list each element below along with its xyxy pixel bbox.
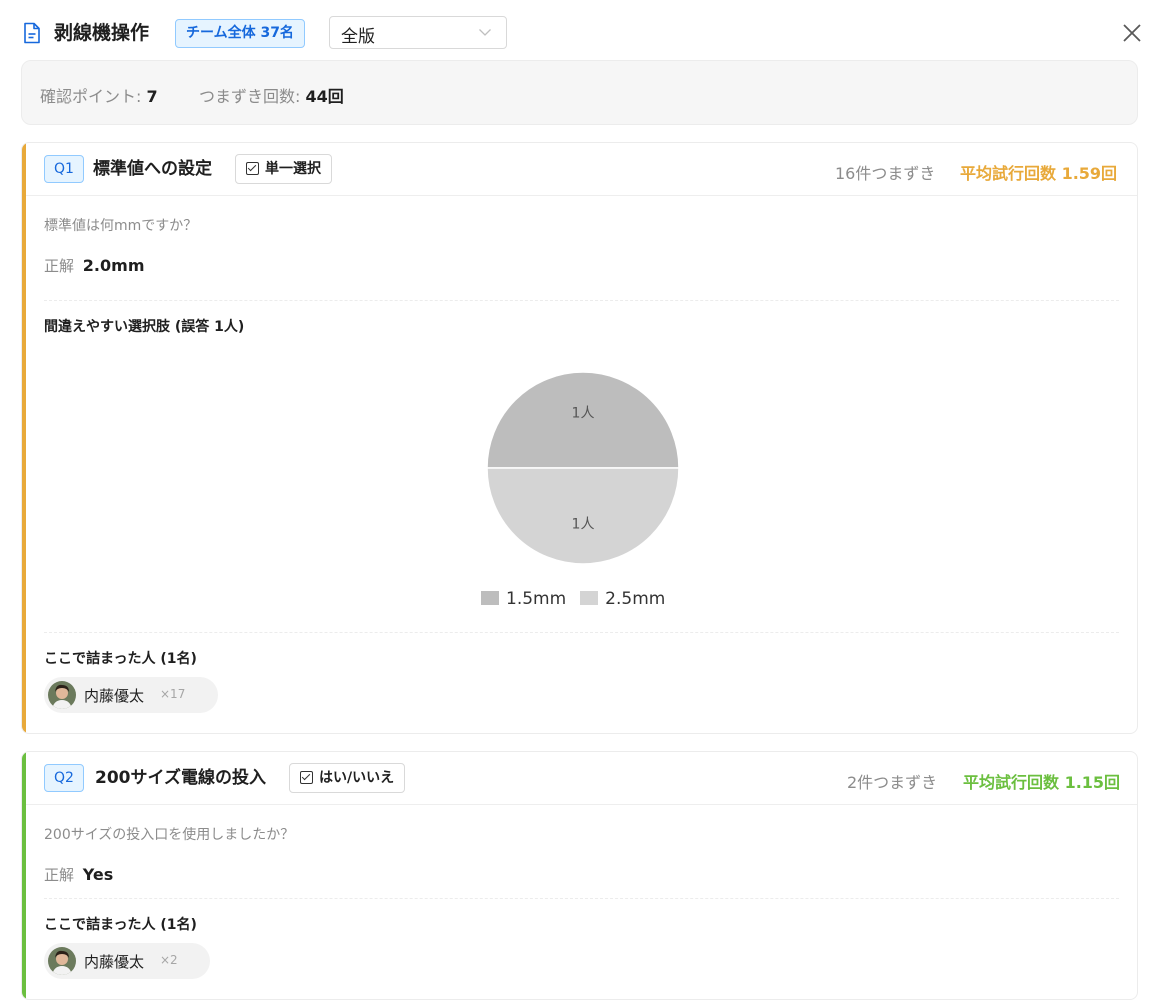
question-type-badge: はい/いいえ — [289, 763, 406, 793]
chevron-down-icon — [479, 29, 491, 36]
divider — [44, 632, 1119, 633]
person-chip[interactable]: 内藤優太 ×17 — [44, 677, 218, 713]
legend-swatch — [481, 591, 499, 605]
legend-label: 2.5mm — [605, 589, 666, 609]
question-card-q2: Q2 200サイズ電線の投入 はい/いいえ 2件つまずき 平均試行回数 1.15… — [21, 751, 1138, 1000]
stuck-people-title: ここで詰まった人 (1名) — [44, 917, 197, 933]
team-badge: チーム全体 37名 — [175, 19, 305, 48]
correct-answer: 正解 2.0mm — [44, 256, 145, 275]
avatar — [48, 947, 76, 975]
question-title: 200サイズ電線の投入 — [95, 768, 266, 788]
pie-data-label: 1人 — [572, 517, 595, 533]
stuck-count: 2件つまずき — [847, 773, 938, 792]
question-number-badge: Q1 — [44, 155, 84, 183]
person-name: 内藤優太 — [84, 953, 145, 971]
question-text: 標準値は何mmですか？ — [44, 218, 198, 234]
pie-data-label: 1人 — [572, 405, 595, 421]
pie-chart: 1人 1人 — [486, 371, 680, 565]
close-icon[interactable] — [1120, 21, 1144, 45]
question-number-badge: Q2 — [44, 764, 84, 792]
stumbles-stat: つまずき回数: 44回 — [199, 87, 344, 106]
person-count: ×2 — [160, 953, 178, 967]
question-title: 標準値への設定 — [93, 159, 212, 179]
person-name: 内藤優太 — [84, 687, 145, 705]
legend-item[interactable]: 2.5mm — [580, 589, 665, 609]
avg-attempts: 平均試行回数 1.15回 — [963, 773, 1121, 792]
accent-bar — [22, 143, 26, 733]
divider — [44, 300, 1119, 301]
question-card-q1: Q1 標準値への設定 単一選択 16件つまずき 平均試行回数 1.59回 標準値… — [21, 142, 1138, 734]
question-header: Q1 標準値への設定 単一選択 16件つまずき 平均試行回数 1.59回 — [26, 143, 1137, 196]
stuck-people-title: ここで詰まった人 (1名) — [44, 651, 197, 667]
avg-attempts: 平均試行回数 1.59回 — [960, 164, 1118, 183]
check-points-stat: 確認ポイント: 7 — [40, 87, 158, 106]
summary-bar: 確認ポイント: 7 つまずき回数: 44回 — [21, 60, 1138, 125]
stuck-count: 16件つまずき — [835, 164, 936, 183]
version-select[interactable]: 全版 — [329, 16, 507, 49]
confusing-options-title: 間違えやすい選択肢 (誤答 1人) — [44, 319, 245, 335]
header: 剥線機操作 チーム全体 37名 全版 — [22, 16, 1142, 50]
checkbox-icon — [300, 771, 313, 784]
legend-label: 1.5mm — [506, 589, 567, 609]
question-header: Q2 200サイズ電線の投入 はい/いいえ 2件つまずき 平均試行回数 1.15… — [26, 752, 1137, 805]
legend-swatch — [580, 591, 599, 605]
correct-answer: 正解 Yes — [44, 865, 114, 884]
person-count: ×17 — [160, 687, 186, 701]
legend-item[interactable]: 1.5mm — [481, 589, 566, 609]
page-title: 剥線機操作 — [54, 22, 150, 44]
document-icon — [24, 22, 40, 44]
chart-legend: 1.5mm 2.5mm — [481, 589, 679, 609]
question-type-badge: 単一選択 — [235, 154, 332, 184]
avatar — [48, 681, 76, 709]
checkbox-icon — [246, 162, 259, 175]
person-chip[interactable]: 内藤優太 ×2 — [44, 943, 210, 979]
version-select-value: 全版 — [341, 27, 375, 47]
divider — [44, 898, 1119, 899]
question-text: 200サイズの投入口を使用しましたか？ — [44, 827, 295, 843]
